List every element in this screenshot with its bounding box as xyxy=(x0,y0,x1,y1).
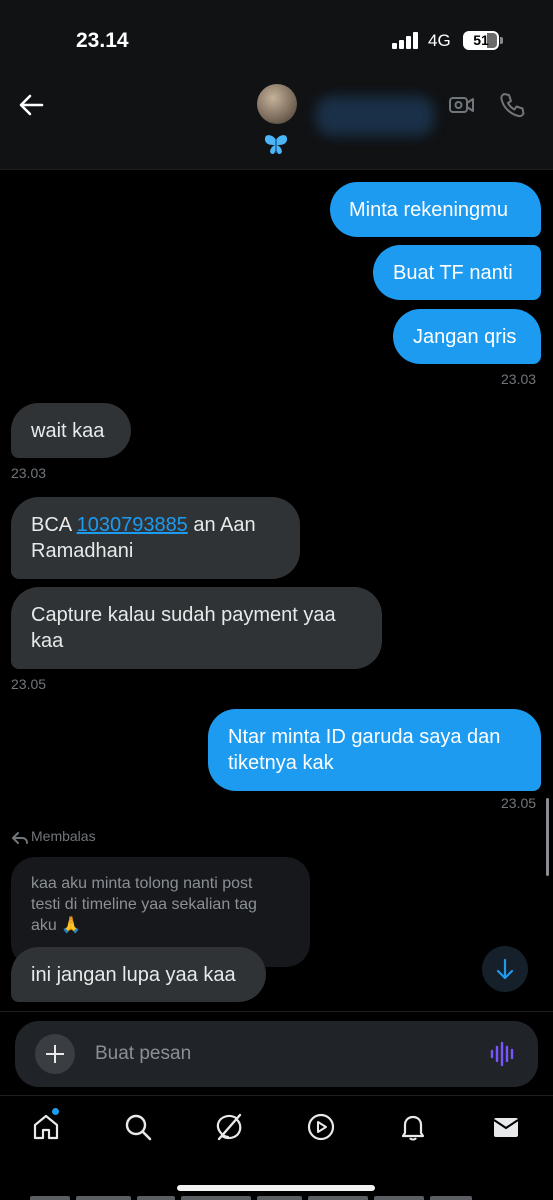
status-bar: 23.14 4G 51 xyxy=(0,0,553,72)
message-prefix: BCA xyxy=(31,514,77,536)
bottom-nav xyxy=(0,1095,553,1200)
phone-call-icon[interactable] xyxy=(498,91,526,119)
back-arrow-icon[interactable] xyxy=(18,92,44,118)
signal-icon xyxy=(392,32,420,49)
message-text: ini jangan lupa yaa kaa xyxy=(31,964,236,986)
account-number-link[interactable]: 1030793885 xyxy=(77,514,188,536)
message-text: Jangan qris xyxy=(413,326,517,348)
blurred-username xyxy=(316,96,434,136)
battery-level: 51 xyxy=(473,32,489,48)
reply-label: Membalas xyxy=(12,828,96,844)
message-outgoing[interactable]: Minta rekeningmu xyxy=(330,182,541,237)
message-text: Ntar minta ID garuda saya dan xyxy=(228,726,501,748)
message-timestamp: 23.03 xyxy=(11,465,47,481)
message-timestamp: 23.03 xyxy=(501,371,537,387)
reply-arrow-icon xyxy=(12,832,28,844)
message-text-line2: Ramadhani xyxy=(31,540,134,562)
video-call-icon[interactable] xyxy=(448,92,476,118)
video-icon[interactable] xyxy=(306,1112,336,1142)
search-icon[interactable] xyxy=(123,1112,153,1142)
message-outgoing[interactable]: Jangan qris xyxy=(393,309,541,364)
battery-icon: 51 xyxy=(463,31,503,50)
message-outgoing[interactable]: Ntar minta ID garuda saya dan tiketnya k… xyxy=(208,709,541,791)
arrow-down-icon xyxy=(496,958,514,980)
voice-message-icon[interactable] xyxy=(489,1041,517,1067)
messages-icon[interactable] xyxy=(491,1112,521,1142)
home-icon[interactable] xyxy=(31,1112,61,1142)
notifications-icon[interactable] xyxy=(398,1112,428,1142)
home-indicator xyxy=(177,1185,375,1191)
chat-header xyxy=(0,72,553,170)
content-peek xyxy=(30,1192,530,1200)
quoted-line: testi di timeline yaa sekalian tag xyxy=(31,896,257,913)
avatar[interactable] xyxy=(257,84,297,124)
scrollbar[interactable] xyxy=(546,798,549,876)
message-text-line2: tiketnya kak xyxy=(228,752,334,774)
message-incoming[interactable]: ini jangan lupa yaa kaa xyxy=(11,947,266,1002)
grok-icon[interactable] xyxy=(214,1112,244,1142)
composer-area xyxy=(0,1011,553,1095)
message-timestamp: 23.05 xyxy=(501,795,537,811)
message-incoming[interactable]: BCA 1030793885 an Aan Ramadhani xyxy=(11,497,300,579)
message-text: wait kaa xyxy=(31,420,105,442)
scroll-to-bottom-button[interactable] xyxy=(482,946,528,992)
network-type: 4G xyxy=(428,31,451,50)
message-suffix: an Aan xyxy=(187,514,256,536)
home-badge-dot xyxy=(52,1108,59,1115)
message-outgoing[interactable]: Buat TF nanti xyxy=(373,245,541,300)
quoted-line: kaa aku minta tolong nanti post xyxy=(31,875,253,892)
composer xyxy=(15,1021,538,1087)
message-text-line2: kaa xyxy=(31,630,64,652)
message-timestamp: 23.05 xyxy=(11,676,47,692)
status-time: 23.14 xyxy=(76,29,129,52)
message-incoming[interactable]: Capture kalau sudah payment yaa kaa xyxy=(11,587,382,669)
add-attachment-button[interactable] xyxy=(35,1034,75,1074)
message-text: BCA 1030793885 an Aan xyxy=(31,512,256,538)
message-incoming[interactable]: wait kaa xyxy=(11,403,131,458)
reply-label-text: Membalas xyxy=(31,828,96,844)
message-text: Buat TF nanti xyxy=(393,262,513,284)
butterfly-icon xyxy=(264,135,288,154)
quoted-line: aku 🙏 xyxy=(31,917,82,934)
message-text: Minta rekeningmu xyxy=(349,199,508,221)
message-text: Capture kalau sudah payment yaa xyxy=(31,604,336,626)
message-input[interactable] xyxy=(95,1035,475,1073)
